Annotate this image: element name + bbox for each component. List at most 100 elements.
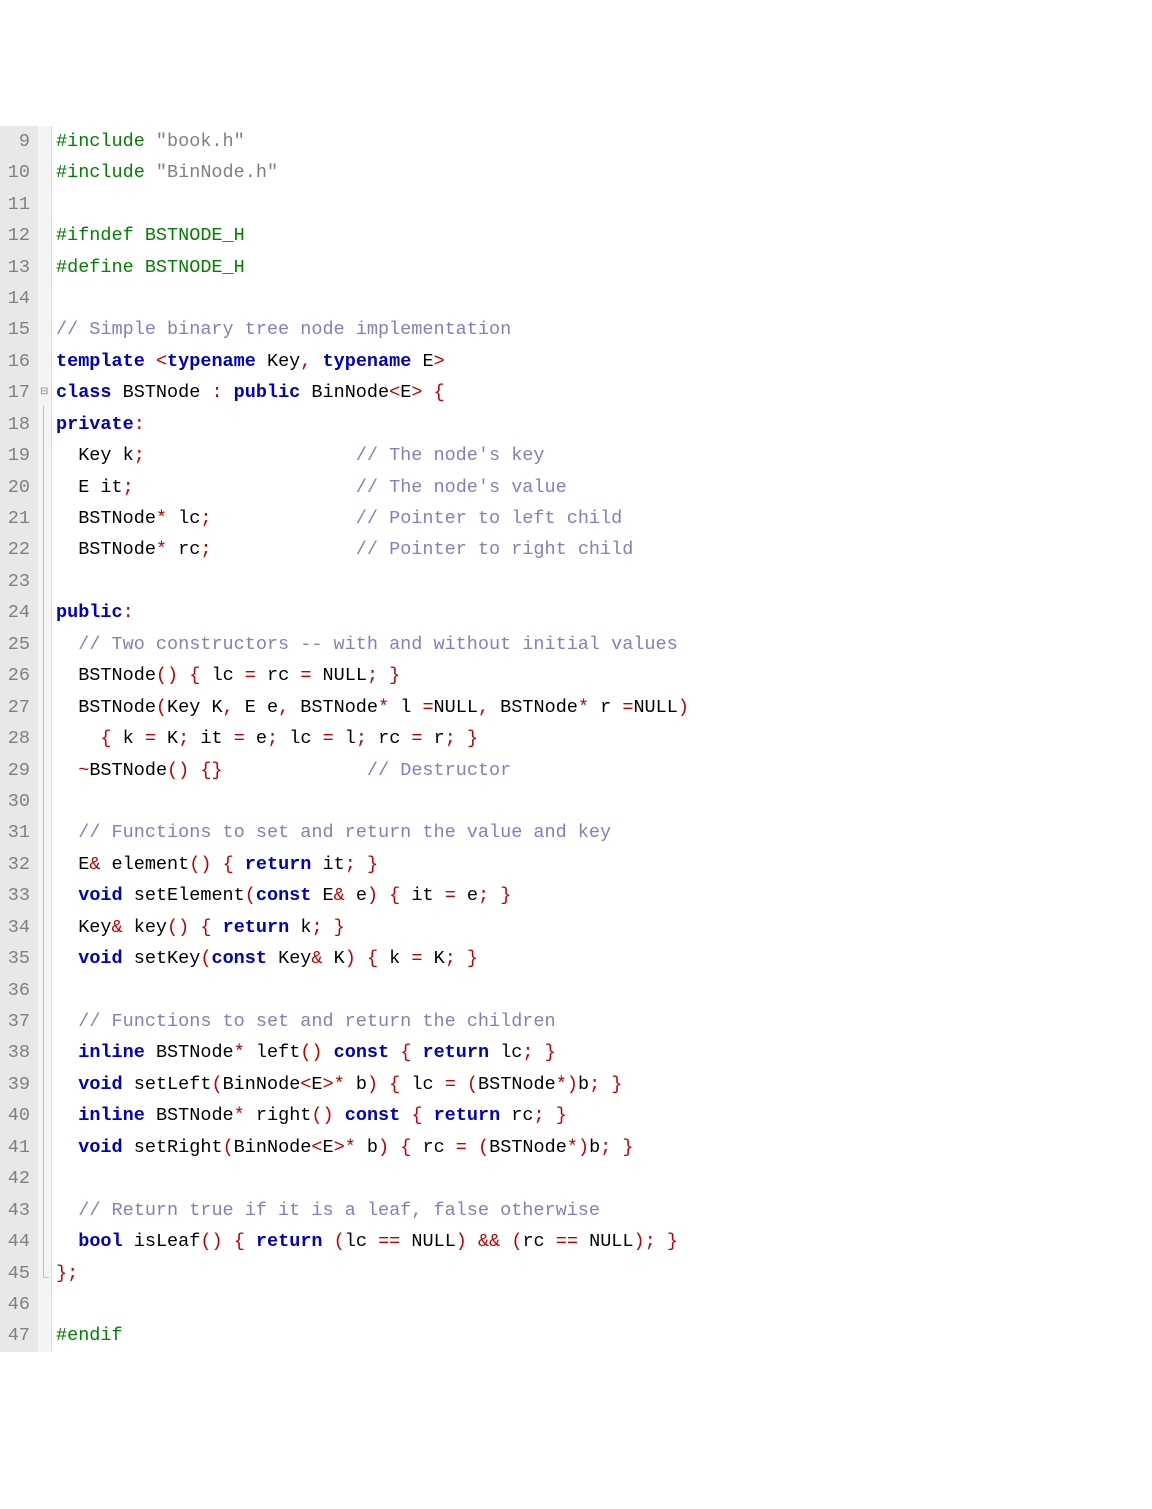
- code-line[interactable]: [56, 1289, 1152, 1320]
- token-include: #include: [56, 131, 156, 152]
- code-editor[interactable]: 9101112131415161718192021222324252627282…: [0, 126, 1152, 1352]
- code-line[interactable]: void setKey(const Key& K) { k = K; }: [56, 943, 1152, 974]
- code-line[interactable]: { k = K; it = e; lc = l; rc = r; }: [56, 723, 1152, 754]
- code-line[interactable]: // Functions to set and return the value…: [56, 817, 1152, 848]
- token-plain: k: [112, 728, 145, 749]
- token-plain: [223, 760, 367, 781]
- line-number: 15: [4, 314, 30, 345]
- token-plain: NULL: [633, 697, 677, 718]
- code-line[interactable]: };: [56, 1258, 1152, 1289]
- code-line[interactable]: ~BSTNode() {} // Destructor: [56, 755, 1152, 786]
- line-number: 10: [4, 157, 30, 188]
- code-line[interactable]: #include "BinNode.h": [56, 157, 1152, 188]
- line-number: 30: [4, 786, 30, 817]
- code-line[interactable]: #endif: [56, 1320, 1152, 1351]
- token-plain: [534, 1042, 545, 1063]
- token-op: ;: [123, 477, 134, 498]
- code-area[interactable]: #include "book.h"#include "BinNode.h" #i…: [52, 126, 1152, 1352]
- token-plain: [211, 508, 355, 529]
- token-op: (): [200, 1231, 222, 1252]
- token-op: ;: [367, 665, 378, 686]
- token-plain: e: [456, 885, 478, 906]
- code-line[interactable]: #include "book.h": [56, 126, 1152, 157]
- token-op: ): [456, 1231, 467, 1252]
- code-line[interactable]: [56, 189, 1152, 220]
- code-line[interactable]: BSTNode* lc; // Pointer to left child: [56, 503, 1152, 534]
- token-plain: [223, 382, 234, 403]
- line-number: 23: [4, 566, 30, 597]
- token-plain: [56, 1137, 78, 1158]
- token-plain: [422, 1105, 433, 1126]
- code-line[interactable]: Key k; // The node's key: [56, 440, 1152, 471]
- code-line[interactable]: BSTNode* rc; // Pointer to right child: [56, 534, 1152, 565]
- code-line[interactable]: // Return true if it is a leaf, false ot…: [56, 1195, 1152, 1226]
- line-number: 16: [4, 346, 30, 377]
- code-line[interactable]: #define BSTNODE_H: [56, 252, 1152, 283]
- token-keyword: return: [422, 1042, 489, 1063]
- line-number: 39: [4, 1069, 30, 1100]
- line-number: 17: [4, 377, 30, 408]
- code-line[interactable]: inline BSTNode* right() const { return r…: [56, 1100, 1152, 1131]
- token-plain: [145, 351, 156, 372]
- token-op: {: [223, 854, 234, 875]
- code-line[interactable]: public:: [56, 597, 1152, 628]
- code-line[interactable]: void setLeft(BinNode<E>* b) { lc = (BSTN…: [56, 1069, 1152, 1100]
- code-line[interactable]: BSTNode() { lc = rc = NULL; }: [56, 660, 1152, 691]
- token-plain: lc: [200, 665, 244, 686]
- code-line[interactable]: // Functions to set and return the child…: [56, 1006, 1152, 1037]
- code-line[interactable]: // Simple binary tree node implementatio…: [56, 314, 1152, 345]
- token-op: :: [134, 414, 145, 435]
- code-line[interactable]: template <typename Key, typename E>: [56, 346, 1152, 377]
- code-line[interactable]: void setElement(const E& e) { it = e; }: [56, 880, 1152, 911]
- token-plain: it: [311, 854, 344, 875]
- code-line[interactable]: [56, 1163, 1152, 1194]
- code-line[interactable]: E& element() { return it; }: [56, 849, 1152, 880]
- code-line[interactable]: void setRight(BinNode<E>* b) { rc = (BST…: [56, 1132, 1152, 1163]
- token-op: {: [367, 948, 378, 969]
- token-plain: [323, 1231, 334, 1252]
- token-plain: BSTNode: [145, 1042, 234, 1063]
- token-keyword: void: [78, 885, 122, 906]
- code-line[interactable]: inline BSTNode* left() const { return lc…: [56, 1037, 1152, 1068]
- token-plain: [611, 1137, 622, 1158]
- token-keyword: inline: [78, 1105, 145, 1126]
- token-comment: // The node's key: [356, 445, 545, 466]
- code-line[interactable]: [56, 566, 1152, 597]
- token-plain: b: [578, 1074, 589, 1095]
- code-line[interactable]: class BSTNode : public BinNode<E> {: [56, 377, 1152, 408]
- token-plain: BinNode: [234, 1137, 312, 1158]
- token-plain: [400, 1105, 411, 1126]
- token-plain: [189, 917, 200, 938]
- code-line[interactable]: [56, 975, 1152, 1006]
- token-comment: // Simple binary tree node implementatio…: [56, 319, 511, 340]
- token-plain: [500, 1231, 511, 1252]
- token-op: *): [556, 1074, 578, 1095]
- token-plain: [223, 1231, 234, 1252]
- fold-column[interactable]: ⊟: [38, 126, 52, 1352]
- token-op: :: [211, 382, 222, 403]
- token-plain: [467, 1137, 478, 1158]
- token-op: ;: [200, 508, 211, 529]
- token-comment: // Functions to set and return the child…: [78, 1011, 555, 1032]
- token-keyword: void: [78, 1137, 122, 1158]
- code-line[interactable]: bool isLeaf() { return (lc == NULL) && (…: [56, 1226, 1152, 1257]
- code-line[interactable]: #ifndef BSTNODE_H: [56, 220, 1152, 251]
- token-op: =: [323, 728, 334, 749]
- token-plain: NULL: [311, 665, 367, 686]
- token-plain: E: [411, 351, 433, 372]
- token-op: {: [411, 1105, 422, 1126]
- token-op: =: [422, 697, 433, 718]
- token-plain: [467, 1231, 478, 1252]
- code-line[interactable]: [56, 786, 1152, 817]
- code-line[interactable]: // Two constructors -- with and without …: [56, 629, 1152, 660]
- token-include: #ifndef BSTNODE_H: [56, 225, 245, 246]
- token-plain: k: [289, 917, 311, 938]
- code-line[interactable]: Key& key() { return k; }: [56, 912, 1152, 943]
- fold-toggle-icon[interactable]: ⊟: [40, 388, 48, 398]
- code-line[interactable]: [56, 283, 1152, 314]
- code-line[interactable]: BSTNode(Key K, E e, BSTNode* l =NULL, BS…: [56, 692, 1152, 723]
- line-number: 32: [4, 849, 30, 880]
- code-line[interactable]: E it; // The node's value: [56, 472, 1152, 503]
- code-line[interactable]: private:: [56, 409, 1152, 440]
- line-number: 25: [4, 629, 30, 660]
